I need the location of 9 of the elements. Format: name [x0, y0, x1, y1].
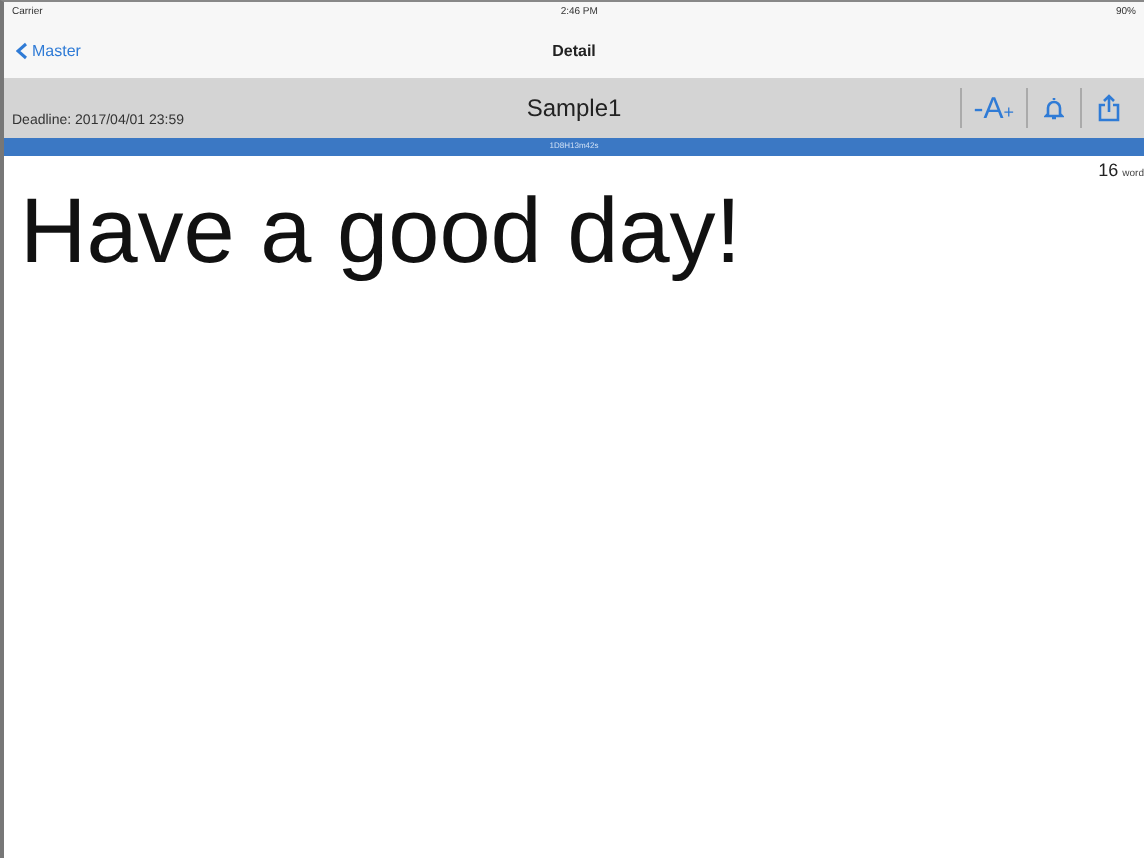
share-icon	[1098, 94, 1120, 122]
document-title: Sample1	[526, 94, 622, 122]
word-count: 16	[1098, 160, 1119, 180]
nav-title: Detail	[552, 41, 596, 59]
font-size-button[interactable]: -A+	[961, 91, 1026, 125]
bell-icon	[1044, 95, 1064, 121]
back-link[interactable]: Master	[16, 41, 81, 59]
chevron-left-icon	[16, 41, 28, 59]
note-text: Have a good day!	[18, 180, 744, 282]
